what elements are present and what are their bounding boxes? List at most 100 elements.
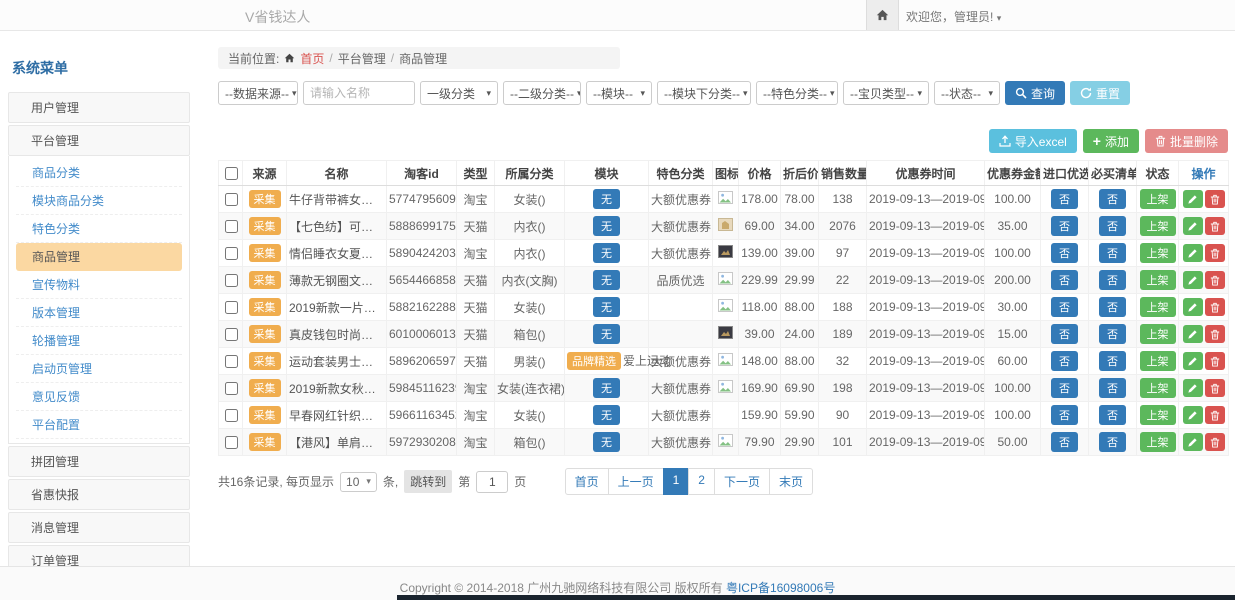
edit-button[interactable]	[1183, 352, 1203, 370]
sidebar-item-平台配置[interactable]: 平台配置	[16, 411, 182, 439]
delete-button[interactable]	[1205, 406, 1225, 424]
must-buy-toggle[interactable]: 否	[1099, 216, 1126, 236]
imported-toggle[interactable]: 否	[1051, 378, 1078, 398]
name-search-input[interactable]	[303, 81, 415, 105]
edit-button[interactable]	[1183, 379, 1203, 397]
page-button-1[interactable]: 1	[663, 468, 690, 495]
module-select[interactable]: --模块--▾	[586, 81, 652, 105]
delete-button[interactable]	[1205, 217, 1225, 235]
home-button[interactable]	[866, 0, 899, 30]
must-buy-toggle[interactable]: 否	[1099, 189, 1126, 209]
primary-category-select[interactable]: 一级分类▾	[420, 81, 498, 105]
page-button-下一页[interactable]: 下一页	[714, 468, 770, 495]
delete-button[interactable]	[1205, 379, 1225, 397]
jump-page-input[interactable]	[476, 471, 508, 493]
row-checkbox[interactable]	[225, 301, 238, 314]
delete-button[interactable]	[1205, 298, 1225, 316]
user-menu[interactable]: 欢迎您，管理员! ▾	[906, 8, 1001, 25]
delete-button[interactable]	[1205, 190, 1225, 208]
sidebar-item-意见反馈[interactable]: 意见反馈	[16, 383, 182, 411]
status-button[interactable]: 上架	[1140, 243, 1176, 263]
sidebar-group-拼团管理[interactable]: 拼团管理	[8, 446, 190, 477]
delete-button[interactable]	[1205, 433, 1225, 451]
imported-toggle[interactable]: 否	[1051, 351, 1078, 371]
row-checkbox[interactable]	[225, 220, 238, 233]
imported-toggle[interactable]: 否	[1051, 432, 1078, 452]
must-buy-toggle[interactable]: 否	[1099, 270, 1126, 290]
per-page-select[interactable]: 10 ▾	[340, 472, 377, 492]
sidebar-item-特色分类[interactable]: 特色分类	[16, 215, 182, 243]
secondary-category-select[interactable]: --二级分类--▾	[503, 81, 581, 105]
data-source-select[interactable]: --数据来源--▾	[218, 81, 298, 105]
imported-toggle[interactable]: 否	[1051, 270, 1078, 290]
status-button[interactable]: 上架	[1140, 432, 1176, 452]
sidebar-item-宣传物料[interactable]: 宣传物料	[16, 271, 182, 299]
status-button[interactable]: 上架	[1140, 351, 1176, 371]
sidebar-item-版本管理[interactable]: 版本管理	[16, 299, 182, 327]
page-button-首页[interactable]: 首页	[565, 468, 609, 495]
reset-button[interactable]: 重置	[1070, 81, 1130, 105]
delete-button[interactable]	[1205, 325, 1225, 343]
page-button-上一页[interactable]: 上一页	[608, 468, 664, 495]
sidebar-group-消息管理[interactable]: 消息管理	[8, 512, 190, 543]
add-button[interactable]: + 添加	[1083, 129, 1139, 153]
imported-toggle[interactable]: 否	[1051, 189, 1078, 209]
row-checkbox[interactable]	[225, 328, 238, 341]
edit-button[interactable]	[1183, 433, 1203, 451]
must-buy-toggle[interactable]: 否	[1099, 243, 1126, 263]
sidebar-group-用户管理[interactable]: 用户管理	[8, 92, 190, 123]
row-checkbox[interactable]	[225, 409, 238, 422]
edit-button[interactable]	[1183, 271, 1203, 289]
delete-button[interactable]	[1205, 352, 1225, 370]
sidebar-group-省惠快报[interactable]: 省惠快报	[8, 479, 190, 510]
sidebar-item-轮播管理[interactable]: 轮播管理	[16, 327, 182, 355]
icp-link[interactable]: 粤ICP备16098006号	[726, 581, 835, 595]
row-checkbox[interactable]	[225, 247, 238, 260]
page-button-末页[interactable]: 末页	[769, 468, 813, 495]
edit-button[interactable]	[1183, 406, 1203, 424]
batch-delete-button[interactable]: 批量删除	[1145, 129, 1228, 153]
sidebar-item-模块商品分类[interactable]: 模块商品分类	[16, 187, 182, 215]
row-checkbox[interactable]	[225, 436, 238, 449]
must-buy-toggle[interactable]: 否	[1099, 405, 1126, 425]
must-buy-toggle[interactable]: 否	[1099, 351, 1126, 371]
edit-button[interactable]	[1183, 244, 1203, 262]
imported-toggle[interactable]: 否	[1051, 243, 1078, 263]
feature-category-select[interactable]: --特色分类--▾	[756, 81, 838, 105]
edit-button[interactable]	[1183, 298, 1203, 316]
item-type-select[interactable]: --宝贝类型--▾	[843, 81, 929, 105]
import-excel-button[interactable]: 导入excel	[989, 129, 1077, 153]
edit-button[interactable]	[1183, 217, 1203, 235]
must-buy-toggle[interactable]: 否	[1099, 432, 1126, 452]
imported-toggle[interactable]: 否	[1051, 324, 1078, 344]
row-checkbox[interactable]	[225, 193, 238, 206]
delete-button[interactable]	[1205, 271, 1225, 289]
status-button[interactable]: 上架	[1140, 378, 1176, 398]
status-select[interactable]: --状态--▾	[934, 81, 1000, 105]
jump-button[interactable]: 跳转到	[404, 470, 452, 493]
edit-button[interactable]	[1183, 325, 1203, 343]
page-button-2[interactable]: 2	[688, 468, 715, 495]
must-buy-toggle[interactable]: 否	[1099, 297, 1126, 317]
breadcrumb-home-link[interactable]: 首页	[300, 50, 324, 67]
sidebar-item-商品管理[interactable]: 商品管理	[16, 243, 182, 271]
status-button[interactable]: 上架	[1140, 270, 1176, 290]
imported-toggle[interactable]: 否	[1051, 216, 1078, 236]
imported-toggle[interactable]: 否	[1051, 297, 1078, 317]
imported-toggle[interactable]: 否	[1051, 405, 1078, 425]
status-button[interactable]: 上架	[1140, 189, 1176, 209]
status-button[interactable]: 上架	[1140, 216, 1176, 236]
sidebar-group-平台管理[interactable]: 平台管理	[8, 125, 190, 156]
delete-button[interactable]	[1205, 244, 1225, 262]
breadcrumb-item-platform[interactable]: 平台管理	[338, 50, 386, 67]
search-button[interactable]: 查询	[1005, 81, 1065, 105]
module-subcategory-select[interactable]: --模块下分类--▾	[657, 81, 751, 105]
sidebar-group-订单管理[interactable]: 订单管理	[8, 545, 190, 566]
row-checkbox[interactable]	[225, 274, 238, 287]
status-button[interactable]: 上架	[1140, 405, 1176, 425]
row-checkbox[interactable]	[225, 355, 238, 368]
must-buy-toggle[interactable]: 否	[1099, 324, 1126, 344]
edit-button[interactable]	[1183, 190, 1203, 208]
sidebar-item-启动页管理[interactable]: 启动页管理	[16, 355, 182, 383]
sidebar-item-商品分类[interactable]: 商品分类	[16, 159, 182, 187]
